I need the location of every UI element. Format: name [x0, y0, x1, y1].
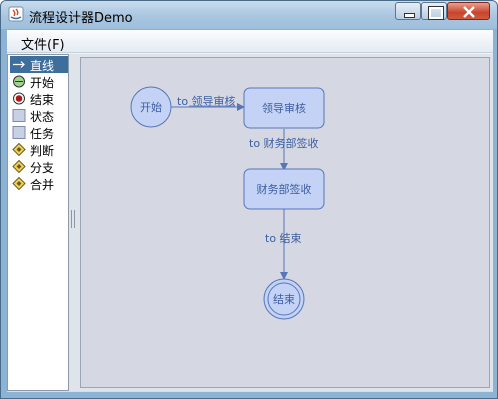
minimize-button[interactable] — [395, 2, 421, 20]
client-area: 文件(F) 直线 开始 结束 状态 任务 判断 分支 合并 to 领导审核 to… — [7, 30, 493, 392]
node-review-label: 领导审核 — [262, 101, 306, 115]
window-title: 流程设计器Demo — [29, 11, 133, 26]
task-box-icon — [12, 126, 26, 139]
edge-label-to-finance: to 财务部签收 — [249, 136, 319, 150]
close-button[interactable] — [447, 2, 490, 20]
decision-diamond-icon — [12, 143, 26, 156]
title-bar: 流程设计器Demo — [1, 1, 497, 29]
palette-label: 任务 — [30, 127, 55, 141]
palette-label: 判断 — [30, 144, 55, 158]
palette-item-end[interactable]: 结束 — [10, 90, 68, 107]
canvas-scroll-area: to 领导审核 to 财务部签收 to 结束 开始 领导审核 财务部签收 结束 — [77, 54, 493, 391]
tool-palette: 直线 开始 结束 状态 任务 判断 分支 合并 — [7, 54, 69, 391]
java-app-icon — [8, 6, 24, 22]
palette-label: 开始 — [30, 76, 55, 90]
palette-label: 结束 — [30, 93, 55, 107]
flow-diagram: to 领导审核 to 财务部签收 to 结束 开始 领导审核 财务部签收 结束 — [130, 86, 325, 320]
palette-item-decision[interactable]: 判断 — [10, 141, 68, 158]
split-pane: 直线 开始 结束 状态 任务 判断 分支 合并 to 领导审核 to 财务部签收… — [7, 54, 493, 392]
split-divider[interactable] — [69, 54, 77, 391]
end-circle-icon — [13, 92, 25, 105]
divider-grip[interactable] — [71, 210, 75, 228]
node-finance-label: 财务部签收 — [257, 182, 312, 196]
maximize-button[interactable] — [421, 2, 447, 20]
palette-label: 状态 — [30, 110, 55, 124]
node-end-label: 结束 — [273, 293, 295, 306]
node-start-label: 开始 — [140, 100, 162, 114]
palette-label: 直线 — [30, 59, 55, 73]
join-diamond-icon — [12, 177, 26, 190]
palette-item-line[interactable]: 直线 — [10, 56, 68, 73]
palette-item-task[interactable]: 任务 — [10, 124, 68, 141]
state-box-icon — [12, 109, 26, 122]
palette-item-fork[interactable]: 分支 — [10, 158, 68, 175]
palette-item-join[interactable]: 合并 — [10, 175, 68, 192]
palette-label: 分支 — [30, 161, 55, 175]
app-window: 流程设计器Demo 文件(F) 直线 开始 结束 状态 任务 判断 分支 合并 … — [0, 0, 498, 399]
start-circle-icon — [13, 75, 25, 88]
fork-diamond-icon — [12, 160, 26, 173]
close-icon — [463, 6, 475, 18]
menu-file[interactable]: 文件(F) — [21, 34, 65, 53]
palette-item-start[interactable]: 开始 — [10, 73, 68, 90]
edge-label-to-end: to 结束 — [265, 232, 302, 245]
menu-bar: 文件(F) — [7, 30, 493, 53]
palette-label: 合并 — [30, 178, 55, 192]
palette-item-state[interactable]: 状态 — [10, 107, 68, 124]
diagram-canvas[interactable]: to 领导审核 to 财务部签收 to 结束 开始 领导审核 财务部签收 结束 — [80, 57, 490, 388]
arrow-line-icon — [13, 61, 25, 68]
